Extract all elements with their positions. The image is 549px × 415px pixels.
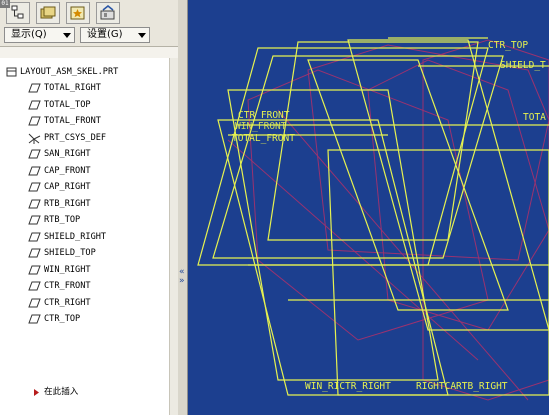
settings-menu-button[interactable]: 设置(G) <box>80 27 150 43</box>
datum-plane-icon <box>28 314 41 324</box>
model-tree: LAYOUT_ASM_SKEL.PRT TOTAL_RIGHT TOTAL_TOP… <box>0 58 170 415</box>
datum-plane-icon <box>28 182 41 192</box>
datum-plane-icon <box>28 248 41 258</box>
datum-plane-icon <box>28 83 41 93</box>
datum-plane-icon <box>28 232 41 241</box>
folder-icon <box>40 6 56 19</box>
show-menu-label: 显示(Q) <box>11 29 47 40</box>
settings-menu-label: 设置(G) <box>87 29 123 40</box>
datum-plane-icon <box>28 166 41 175</box>
tree-item-label: WIN_RIGHT <box>44 264 91 275</box>
datum-plane-icon <box>28 298 41 307</box>
collapse-arrows-icon[interactable]: «» <box>179 268 185 286</box>
favorites-icon <box>70 6 85 20</box>
tree-item-label: PRT_CSYS_DEF <box>44 132 107 143</box>
datum-plane-icon <box>28 265 41 274</box>
part-icon <box>6 67 17 77</box>
model-tree-icon <box>11 5 24 19</box>
win-front-label: WIN_FRONT <box>235 121 287 132</box>
total-label: TOTA <box>523 112 546 123</box>
tree-item-label: TOTAL_RIGHT <box>44 83 101 93</box>
navigator-tabs: 01 <box>0 0 178 26</box>
shield-label: SHIELD_T <box>500 60 546 71</box>
insert-here-label: 在此插入 <box>44 387 79 397</box>
datum-plane-icon <box>28 281 41 291</box>
datum-plane-icon <box>28 215 41 225</box>
ctr-top-label: CTR_TOP <box>488 40 528 51</box>
tree-item-label: CAP_FRONT <box>44 165 91 176</box>
datum-plane-icon <box>28 100 41 109</box>
tree-item-label: RTB_RIGHT <box>44 198 91 209</box>
win-ctr-right-label: WIN_RICTR_RIGHT <box>305 381 391 392</box>
tree-root-label: LAYOUT_ASM_SKEL.PRT <box>20 67 119 77</box>
tools-tab[interactable] <box>96 2 120 24</box>
tools-icon <box>100 5 115 20</box>
tree-item-label: CTR_TOP <box>44 314 81 324</box>
tree-item-label: CTR_RIGHT <box>44 297 91 308</box>
recording-badge: 01 <box>0 0 10 8</box>
datum-plane-icon <box>28 199 41 208</box>
tree-item-label: SHIELD_RIGHT <box>44 231 107 242</box>
coordinate-system-icon <box>28 133 41 144</box>
datum-plane-icon <box>28 116 41 126</box>
tree-menubar: 显示(Q) 设置(G) <box>0 26 178 47</box>
tree-item-label: CAP_RIGHT <box>44 182 91 192</box>
tree-item-label: CTR_FRONT <box>44 281 91 291</box>
favorites-tab[interactable] <box>66 2 90 24</box>
total-front-label: TOTAL_FRONT <box>232 133 295 144</box>
tree-item-label: TOTAL_FRONT <box>44 116 101 126</box>
model-tree-panel: 01 显示(Q) 设置(G) LAYOUT_ASM_SKEL.PRT TOTAL… <box>0 0 179 415</box>
datum-plane-view: CTR_TOP SHIELD_T TOTA CTR_FRONT WIN_FRON… <box>197 37 549 401</box>
folder-browser-tab[interactable] <box>36 2 60 24</box>
insert-arrow-icon <box>29 389 39 396</box>
chevron-down-icon <box>138 33 146 38</box>
ctr-front-label: CTR_FRONT <box>238 110 290 121</box>
datum-plane-icon <box>28 149 41 159</box>
panel-splitter[interactable]: «» <box>178 0 188 415</box>
show-menu-button[interactable]: 显示(Q) <box>4 27 75 43</box>
tree-item-label: SHIELD_TOP <box>44 248 96 258</box>
right-cartb-right-label: RIGHTCARTB_RIGHT <box>416 381 508 392</box>
graphics-viewport[interactable]: CTR_TOP SHIELD_T TOTA CTR_FRONT WIN_FRON… <box>188 0 549 415</box>
tree-item-label: SAN_RIGHT <box>44 149 91 159</box>
tree-item-label: RTB_TOP <box>44 215 81 225</box>
tree-item-label: TOTAL_TOP <box>44 99 91 110</box>
chevron-down-icon <box>63 33 71 38</box>
